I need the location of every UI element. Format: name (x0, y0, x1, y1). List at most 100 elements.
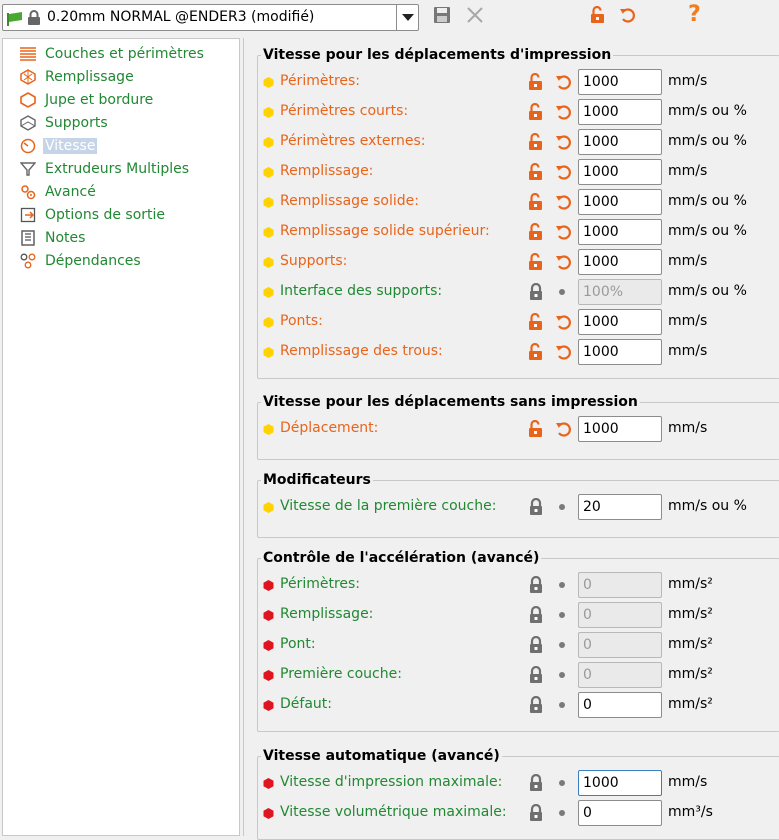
unlock-icon[interactable] (590, 5, 606, 28)
settings-group-vitesse-pour-les-deplacements-sans-impression: Vitesse pour les déplacements sans impre… (257, 394, 779, 460)
dot-icon (559, 582, 565, 588)
dot-icon (559, 780, 565, 786)
setting-input[interactable] (578, 572, 662, 598)
undo-icon[interactable] (555, 253, 573, 275)
setting-label: Supports: (280, 253, 348, 269)
extruder-icon (19, 160, 37, 178)
close-icon[interactable] (466, 6, 484, 28)
group-title: Vitesse automatique (avancé) (261, 748, 502, 764)
settings-panel: Vitesse pour les déplacements d'impressi… (243, 38, 779, 840)
setting-unit: mm/s² (668, 636, 713, 652)
unlock-icon[interactable] (528, 132, 544, 155)
settings-group-controle-de-l-acceleration-avance: Contrôle de l'accélération (avancé) Périm… (257, 550, 779, 732)
setting-input[interactable] (578, 602, 662, 628)
setting-input[interactable] (578, 416, 662, 442)
mode-bullet-icon (263, 346, 274, 362)
lock-icon (528, 605, 544, 628)
sidebar-item-label: Couches et périmètres (45, 46, 204, 62)
sidebar-item-supports[interactable]: Supports (19, 112, 110, 134)
chevron-down-icon[interactable] (396, 5, 418, 30)
setting-label: Déplacement: (280, 420, 379, 436)
setting-input[interactable] (578, 279, 662, 305)
unlock-icon[interactable] (528, 102, 544, 125)
undo-icon[interactable] (555, 343, 573, 365)
unlock-icon[interactable] (528, 222, 544, 245)
lock-icon (528, 665, 544, 688)
sidebar-item-vitesse[interactable]: Vitesse (19, 135, 98, 157)
sidebar-item-dependances[interactable]: Dépendances (19, 250, 143, 272)
setting-label: Vitesse volumétrique maximale: (280, 804, 507, 820)
setting-unit: mm/s ou % (668, 223, 747, 239)
dot-icon (559, 642, 565, 648)
undo-icon[interactable] (555, 193, 573, 215)
unlock-icon[interactable] (528, 72, 544, 95)
setting-input[interactable] (578, 662, 662, 688)
setting-input[interactable] (578, 632, 662, 658)
flag-icon (7, 12, 25, 30)
sidebar-item-avance[interactable]: Avancé (19, 181, 98, 203)
group-title: Contrôle de l'accélération (avancé) (261, 550, 542, 566)
setting-input[interactable] (578, 494, 662, 520)
setting-row-pont: Pont: mm/s² (263, 632, 773, 658)
setting-input[interactable] (578, 99, 662, 125)
dependencies-icon (19, 252, 37, 270)
unlock-icon[interactable] (528, 162, 544, 185)
sidebar-item-notes[interactable]: Notes (19, 227, 87, 249)
setting-label: Remplissage: (280, 606, 374, 622)
setting-input[interactable] (578, 770, 662, 796)
setting-input[interactable] (578, 129, 662, 155)
setting-row-remplissage-solide: Remplissage solide: mm/s ou % (263, 189, 773, 215)
lock-icon (528, 773, 544, 796)
setting-unit: mm/s (668, 73, 708, 89)
unlock-icon[interactable] (528, 252, 544, 275)
setting-input[interactable] (578, 249, 662, 275)
unlock-icon[interactable] (528, 192, 544, 215)
lock-icon (528, 803, 544, 826)
lock-icon (528, 282, 544, 305)
mode-bullet-icon (263, 256, 274, 272)
setting-input[interactable] (578, 219, 662, 245)
sidebar-item-extrudeurs-multiples[interactable]: Extrudeurs Multiples (19, 158, 191, 180)
setting-unit: mm/s ou % (668, 498, 747, 514)
unlock-icon[interactable] (528, 312, 544, 335)
setting-row-remplissage: Remplissage: mm/s (263, 159, 773, 185)
undo-icon[interactable] (555, 103, 573, 125)
setting-label: Périmètres courts: (280, 103, 409, 119)
sidebar-item-couches-et-perimetres[interactable]: Couches et périmètres (19, 43, 206, 65)
save-icon[interactable] (433, 6, 451, 28)
setting-input[interactable] (578, 692, 662, 718)
preset-combobox[interactable]: 0.20mm NORMAL @ENDER3 (modifié) (2, 4, 419, 31)
infill-icon (19, 68, 37, 86)
unlock-icon[interactable] (528, 342, 544, 365)
unlock-icon[interactable] (528, 419, 544, 442)
dot-icon (559, 289, 565, 295)
sidebar-item-label: Supports (45, 115, 108, 131)
undo-icon[interactable] (555, 313, 573, 335)
dot-icon (559, 612, 565, 618)
setting-unit: mm/s² (668, 696, 713, 712)
sidebar-item-remplissage[interactable]: Remplissage (19, 66, 136, 88)
setting-row-premiere-couche: Première couche: mm/s² (263, 662, 773, 688)
sidebar-item-label: Notes (45, 230, 86, 246)
setting-row-remplissage: Remplissage: mm/s² (263, 602, 773, 628)
sidebar-item-jupe-et-bordure[interactable]: Jupe et bordure (19, 89, 155, 111)
setting-input[interactable] (578, 309, 662, 335)
setting-input[interactable] (578, 339, 662, 365)
setting-input[interactable] (578, 159, 662, 185)
setting-unit: mm/s (668, 313, 708, 329)
mode-bullet-icon (263, 286, 274, 302)
setting-input[interactable] (578, 189, 662, 215)
undo-icon[interactable] (555, 73, 573, 95)
setting-input[interactable] (578, 69, 662, 95)
help-icon[interactable]: ? (688, 2, 701, 27)
sidebar-item-label: Jupe et bordure (45, 92, 154, 108)
undo-icon[interactable] (555, 420, 573, 442)
undo-icon[interactable] (555, 163, 573, 185)
undo-icon[interactable] (555, 223, 573, 245)
setting-input[interactable] (578, 800, 662, 826)
sidebar-item-options-de-sortie[interactable]: Options de sortie (19, 204, 167, 226)
setting-row-vitesse-de-la-premiere-couche: Vitesse de la première couche: mm/s ou % (263, 494, 773, 520)
setting-label: Interface des supports: (280, 283, 443, 299)
undo-icon[interactable] (555, 133, 573, 155)
undo-icon[interactable] (619, 6, 637, 28)
